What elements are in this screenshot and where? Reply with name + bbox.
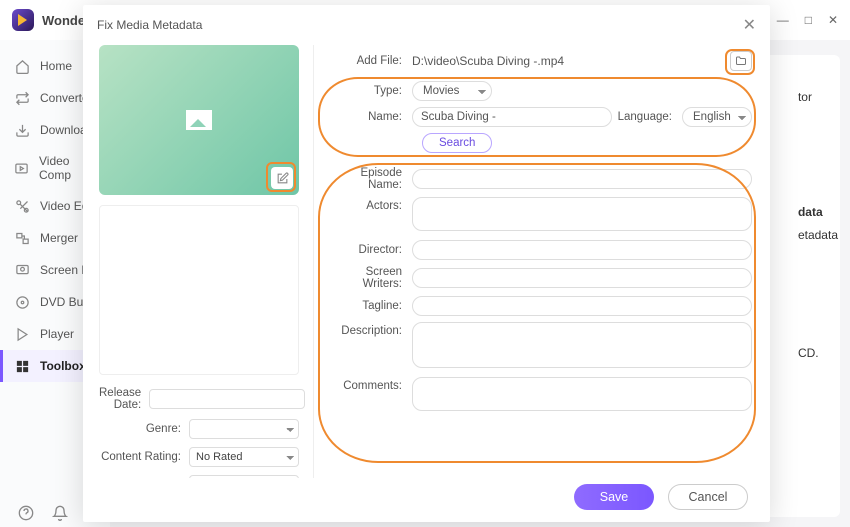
modal-title: Fix Media Metadata: [97, 18, 202, 32]
episode-name-input[interactable]: [412, 169, 752, 189]
comments-input[interactable]: [412, 377, 752, 411]
player-icon: [14, 326, 30, 342]
add-file-path: D:\video\Scuba Diving -.mp4: [412, 54, 724, 68]
add-file-label: Add File:: [324, 55, 412, 67]
download-icon: [14, 122, 30, 138]
converter-icon: [14, 90, 30, 106]
left-pane: Release Date: Genre: Content Rating:No R…: [83, 45, 313, 478]
sidebar-item-label: Player: [40, 327, 74, 341]
merger-icon: [14, 230, 30, 246]
minimize-button[interactable]: —: [777, 13, 789, 27]
video-compress-icon: [14, 160, 29, 176]
close-icon[interactable]: ✕: [743, 15, 756, 35]
content-rating-label: Content Rating:: [99, 451, 189, 463]
sidebar-item-label: DVD Bu: [40, 295, 83, 309]
release-date-label: Release Date:: [99, 387, 149, 411]
language-label: Language:: [612, 111, 682, 123]
dvd-burn-icon: [14, 294, 30, 310]
director-input[interactable]: [412, 240, 752, 260]
sidebar-item-label: Toolbox: [40, 359, 86, 373]
cover-thumbnail[interactable]: [99, 45, 299, 195]
save-button[interactable]: Save: [574, 484, 654, 510]
bell-icon[interactable]: [52, 505, 68, 521]
edit-cover-button[interactable]: [271, 167, 293, 189]
bg-peek-text: etadata: [798, 224, 838, 247]
genre-label: Genre:: [99, 423, 189, 435]
release-date-input[interactable]: [149, 389, 305, 409]
name-label: Name:: [324, 111, 412, 123]
search-button[interactable]: Search: [422, 133, 492, 153]
content-rating-select[interactable]: No Rated: [189, 447, 299, 467]
tagline-input[interactable]: [412, 296, 752, 316]
actors-input[interactable]: [412, 197, 752, 231]
bg-peek-text: CD.: [798, 342, 838, 365]
episode-label: Episode Name:: [324, 167, 412, 191]
type-select[interactable]: Movies: [412, 81, 492, 101]
toolbox-icon: [14, 358, 30, 374]
modal-header: Fix Media Metadata ✕: [83, 5, 770, 45]
modal-footer: Save Cancel: [83, 478, 770, 522]
browse-file-button[interactable]: [730, 51, 752, 71]
help-icon[interactable]: [18, 505, 34, 521]
fix-metadata-modal: Fix Media Metadata ✕ Release Date: Genre…: [83, 5, 770, 522]
sidebar-item-label: Video Ed: [40, 199, 89, 213]
cover-gallery[interactable]: [99, 205, 299, 375]
close-window-button[interactable]: ✕: [828, 13, 838, 27]
writers-label: Screen Writers:: [324, 266, 412, 290]
director-label: Director:: [324, 244, 412, 256]
writers-input[interactable]: [412, 268, 752, 288]
background-peek: tor data etadata CD.: [798, 86, 838, 365]
bg-peek-text: data: [798, 201, 838, 224]
actors-label: Actors:: [324, 197, 412, 212]
description-label: Description:: [324, 322, 412, 337]
image-placeholder-icon: [186, 110, 212, 130]
cancel-button[interactable]: Cancel: [668, 484, 748, 510]
right-pane: Add File: D:\video\Scuba Diving -.mp4 Ty…: [313, 45, 770, 478]
window-controls: — □ ✕: [777, 13, 838, 27]
name-input[interactable]: [412, 107, 612, 127]
screen-record-icon: [14, 262, 30, 278]
bg-peek-text: tor: [798, 86, 838, 109]
tagline-label: Tagline:: [324, 300, 412, 312]
description-input[interactable]: [412, 322, 752, 368]
language-select[interactable]: English: [682, 107, 752, 127]
home-icon: [14, 58, 30, 74]
type-label: Type:: [324, 85, 412, 97]
video-edit-icon: [14, 198, 30, 214]
sidebar-item-label: Home: [40, 59, 72, 73]
app-logo-icon: [12, 9, 34, 31]
comments-label: Comments:: [324, 377, 412, 392]
genre-select[interactable]: [189, 419, 299, 439]
sidebar-item-label: Merger: [40, 231, 78, 245]
maximize-button[interactable]: □: [805, 13, 812, 27]
